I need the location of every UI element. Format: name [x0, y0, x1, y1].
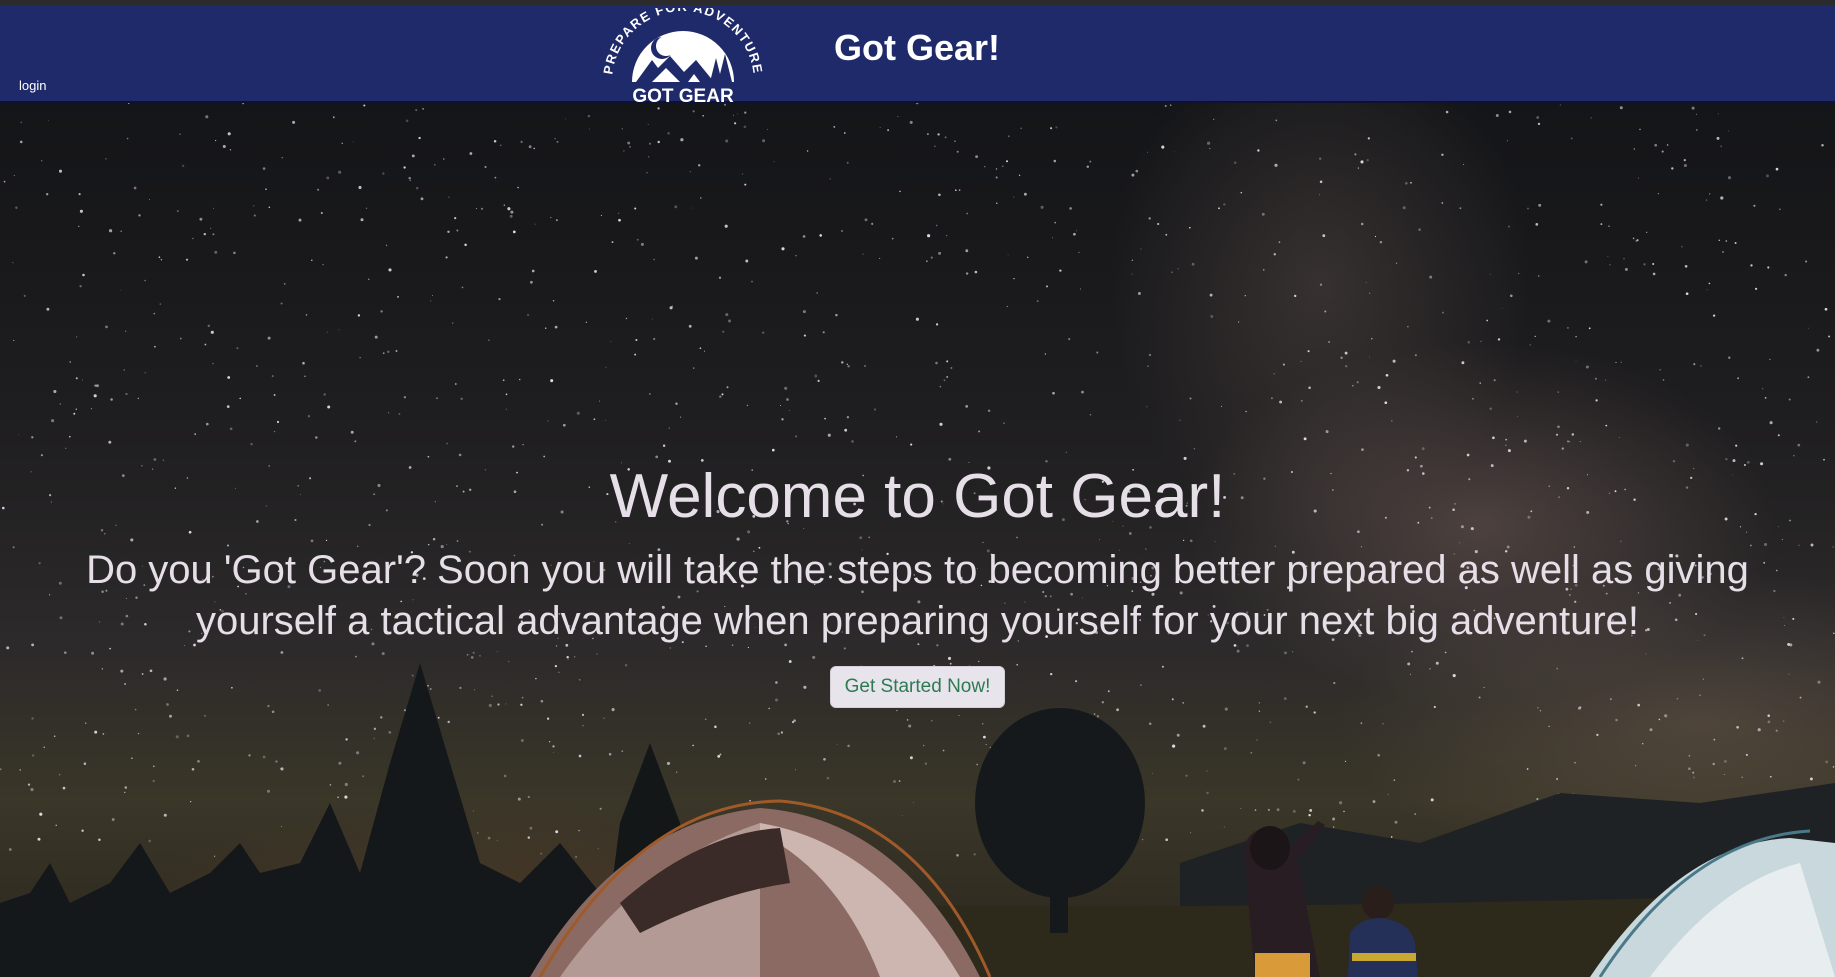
brand-title: Got Gear!	[834, 27, 1001, 68]
get-started-button[interactable]: Get Started Now!	[829, 665, 1006, 708]
login-link[interactable]: login	[19, 78, 46, 93]
hero-title: Welcome to Got Gear!	[609, 462, 1226, 531]
hero-section: Welcome to Got Gear! Do you 'Got Gear'? …	[0, 103, 1835, 977]
hero-content: Welcome to Got Gear! Do you 'Got Gear'? …	[0, 462, 1835, 708]
hero-subtitle: Do you 'Got Gear'? Soon you will take th…	[86, 548, 1749, 644]
navbar: login PREPARE FOR ADVENTURE GOT GEAR Got…	[0, 5, 1835, 106]
got-gear-logo[interactable]: PREPARE FOR ADVENTURE GOT GEAR	[592, 8, 774, 106]
